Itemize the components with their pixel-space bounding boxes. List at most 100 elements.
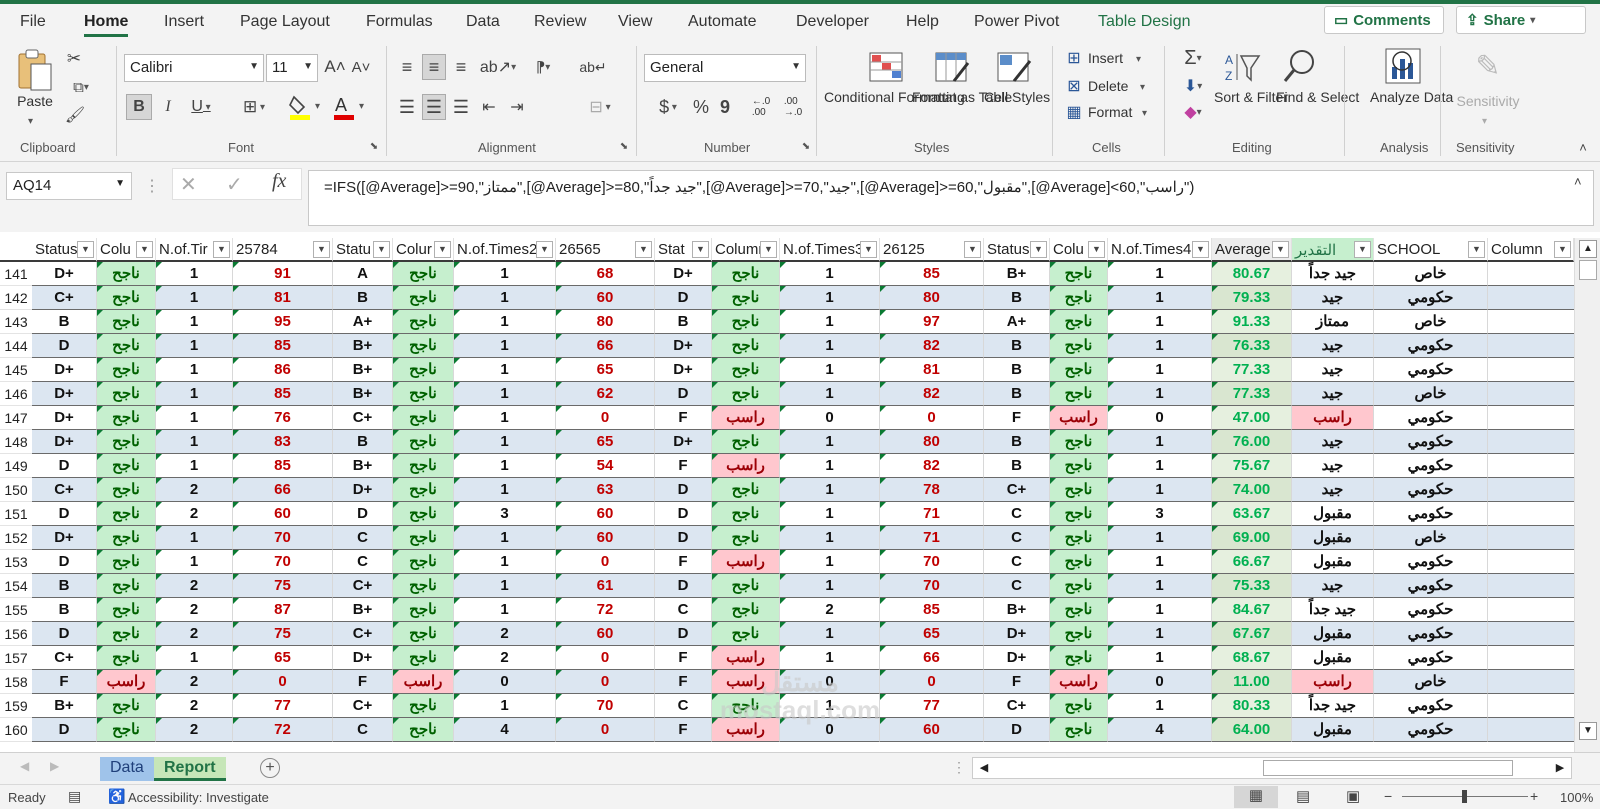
table-cell[interactable]: B [984, 286, 1050, 310]
table-cell[interactable]: ناجح [393, 526, 454, 550]
table-cell[interactable]: B+ [984, 598, 1050, 622]
table-cell[interactable]: C+ [32, 646, 97, 670]
chevron-down-icon[interactable]: ▾ [1482, 112, 1487, 131]
row-number[interactable]: 156 [0, 622, 32, 646]
table-cell[interactable]: 1 [780, 262, 880, 286]
column-header[interactable]: N.of.Times2 ▼ [454, 238, 556, 262]
table-cell[interactable]: 81 [880, 358, 984, 382]
merge-center-icon[interactable]: ⊟ ▾ [580, 94, 620, 120]
table-cell[interactable]: جيد [1292, 478, 1374, 502]
row-number[interactable]: 155 [0, 598, 32, 622]
table-cell[interactable]: 76.33 [1212, 334, 1292, 358]
table-cell[interactable]: 1 [156, 310, 233, 334]
table-cell[interactable]: D [32, 622, 97, 646]
table-cell[interactable]: C [984, 574, 1050, 598]
table-cell[interactable]: D [32, 454, 97, 478]
table-cell[interactable]: F [655, 646, 712, 670]
table-cell[interactable]: 66 [556, 334, 655, 358]
row-number[interactable]: 159 [0, 694, 32, 718]
table-cell[interactable]: ناجح [712, 598, 780, 622]
table-cell[interactable]: 77 [233, 694, 333, 718]
table-cell[interactable]: D+ [333, 646, 393, 670]
borders-icon[interactable]: ⊞ ▾ [234, 94, 274, 120]
table-cell[interactable]: D [655, 502, 712, 526]
table-cell[interactable]: 77.33 [1212, 358, 1292, 382]
table-cell[interactable]: 1 [780, 550, 880, 574]
align-left-icon[interactable]: ☰ [396, 94, 418, 120]
scroll-up-icon[interactable]: ▲ [1579, 240, 1597, 258]
table-cell[interactable]: 2 [454, 622, 556, 646]
paste-dropdown-icon[interactable]: ▾ [28, 112, 33, 131]
table-cell[interactable]: ناجح [393, 454, 454, 478]
table-cell[interactable]: 95 [233, 310, 333, 334]
table-cell[interactable]: حكومي [1374, 646, 1488, 670]
filter-dropdown-icon[interactable]: ▼ [434, 241, 451, 258]
number-format-combo[interactable]: General ▼ [644, 54, 806, 82]
column-header[interactable]: Colu ▼ [1050, 238, 1108, 262]
table-cell[interactable]: مقبول [1292, 646, 1374, 670]
table-cell[interactable]: 2 [156, 718, 233, 742]
tab-review[interactable]: Review [534, 13, 586, 31]
insert-function-icon[interactable]: fx [272, 170, 286, 193]
analyze-data-icon[interactable] [1382, 46, 1426, 88]
table-cell[interactable]: 0 [556, 550, 655, 574]
table-cell[interactable]: B [984, 430, 1050, 454]
table-cell[interactable]: 1 [454, 574, 556, 598]
table-cell[interactable]: B [32, 574, 97, 598]
table-cell[interactable]: حكومي [1374, 574, 1488, 598]
table-cell[interactable] [1488, 646, 1574, 670]
table-cell[interactable]: 2 [156, 574, 233, 598]
table-cell[interactable]: حكومي [1374, 622, 1488, 646]
table-cell[interactable]: 1 [1108, 286, 1212, 310]
table-cell[interactable]: D+ [984, 646, 1050, 670]
table-cell[interactable]: 1 [454, 310, 556, 334]
column-header[interactable]: Column ▼ [712, 238, 780, 262]
zoom-in-icon[interactable]: + [1530, 788, 1538, 804]
row-number[interactable]: 141 [0, 262, 32, 286]
dialog-launcher-icon[interactable]: ⬊ [800, 140, 812, 152]
table-cell[interactable] [1488, 502, 1574, 526]
clear-icon[interactable]: ◆ ▾ [1174, 100, 1212, 124]
table-cell[interactable]: C [984, 502, 1050, 526]
table-cell[interactable]: ناجح [97, 334, 156, 358]
table-cell[interactable]: D+ [32, 382, 97, 406]
table-cell[interactable]: حكومي [1374, 286, 1488, 310]
table-cell[interactable]: ناجح [712, 358, 780, 382]
table-cell[interactable]: 2 [156, 670, 233, 694]
table-cell[interactable] [1488, 574, 1574, 598]
column-header[interactable]: Status ▼ [984, 238, 1050, 262]
table-cell[interactable]: C [333, 550, 393, 574]
filter-dropdown-icon[interactable]: ▼ [760, 241, 777, 258]
table-cell[interactable]: 76.00 [1212, 430, 1292, 454]
scroll-left-icon[interactable]: ◀ [973, 758, 995, 778]
table-cell[interactable]: ناجح [712, 430, 780, 454]
table-cell[interactable]: ناجح [712, 310, 780, 334]
row-number[interactable]: 149 [0, 454, 32, 478]
table-cell[interactable]: حكومي [1374, 430, 1488, 454]
sort-filter-icon[interactable]: AZ [1224, 48, 1264, 86]
table-cell[interactable]: جيد [1292, 454, 1374, 478]
table-cell[interactable]: D [984, 718, 1050, 742]
enter-icon[interactable]: ✓ [226, 172, 243, 197]
table-cell[interactable]: 1 [1108, 310, 1212, 334]
tab-automate[interactable]: Automate [688, 13, 756, 31]
autosum-icon[interactable]: Σ ▾ [1174, 46, 1212, 70]
tab-formulas[interactable]: Formulas [366, 13, 433, 31]
table-cell[interactable]: D [655, 622, 712, 646]
table-cell[interactable]: ناجح [97, 646, 156, 670]
table-cell[interactable]: 85 [233, 454, 333, 478]
table-cell[interactable]: ناجح [97, 526, 156, 550]
row-number[interactable]: 145 [0, 358, 32, 382]
table-cell[interactable]: راسب [1292, 406, 1374, 430]
font-size-combo[interactable]: 11 ▼ [266, 54, 318, 82]
horizontal-scrollbar[interactable]: ◀ ▶ [972, 757, 1572, 779]
scroll-right-icon[interactable]: ▶ [1549, 758, 1571, 778]
macro-record-icon[interactable]: ▤ [68, 788, 81, 805]
table-cell[interactable]: حكومي [1374, 334, 1488, 358]
row-number[interactable]: 142 [0, 286, 32, 310]
table-cell[interactable]: C+ [333, 406, 393, 430]
table-cell[interactable]: D+ [655, 262, 712, 286]
column-header[interactable]: N.of.Times4 ▼ [1108, 238, 1212, 262]
table-cell[interactable]: 1 [454, 694, 556, 718]
table-cell[interactable]: D+ [32, 526, 97, 550]
